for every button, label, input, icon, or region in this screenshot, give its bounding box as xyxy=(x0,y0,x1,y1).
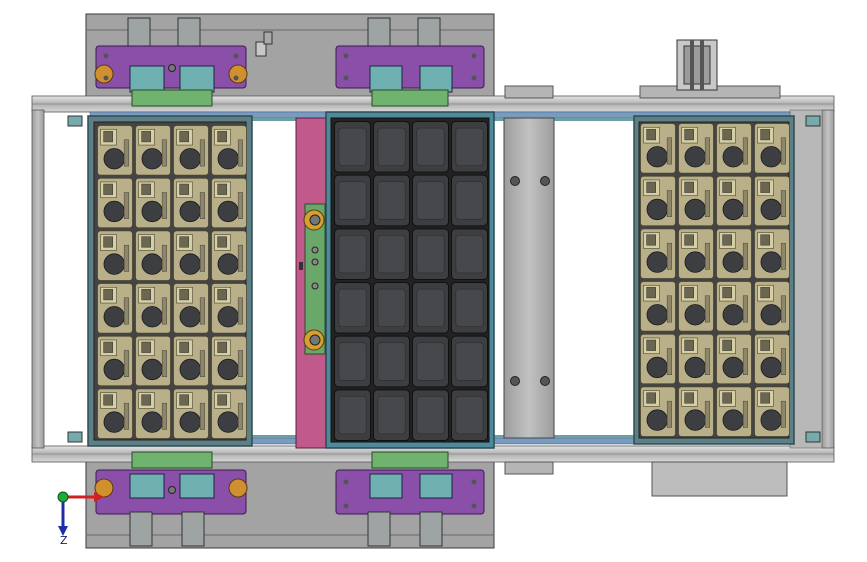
right-tray-cell xyxy=(640,123,676,174)
left-tray-cell xyxy=(97,177,133,229)
right-tray-cell xyxy=(678,386,714,437)
center-tray-cell xyxy=(412,228,449,280)
right-tray-cell xyxy=(716,333,752,385)
center-tray-cell xyxy=(412,174,449,227)
cad-top-view: Z xyxy=(31,13,835,549)
center-tray-cell xyxy=(451,174,488,227)
left-tray-cell xyxy=(211,283,247,334)
left-tray-cell xyxy=(173,177,209,229)
right-tray-cell xyxy=(754,333,790,385)
right-tray-cell xyxy=(678,175,714,227)
center-tray-cell xyxy=(334,282,371,334)
center-tray-cell xyxy=(334,228,371,280)
left-tray-cell xyxy=(97,230,133,281)
right-tray-cell xyxy=(640,333,676,385)
right-tray-cell xyxy=(678,281,714,332)
left-tray-cell xyxy=(97,388,133,439)
axis-z-label: Z xyxy=(60,534,68,547)
left-tray-cell xyxy=(211,230,247,281)
left-tray-cell xyxy=(135,230,171,281)
actuator-top xyxy=(676,39,718,91)
left-tray-cell xyxy=(97,335,133,387)
right-tray-cell xyxy=(754,386,790,437)
left-tray-cell xyxy=(135,177,171,229)
center-tray-cell xyxy=(451,121,488,173)
center-tray-cell xyxy=(373,282,410,334)
right-tray-cell xyxy=(716,228,752,279)
center-tray-cell xyxy=(412,335,449,388)
center-tray-cell xyxy=(334,121,371,173)
right-tray-cell xyxy=(716,281,752,332)
right-tray-cell xyxy=(754,123,790,174)
left-tray-cell xyxy=(97,125,133,176)
left-end-rail xyxy=(31,109,45,449)
center-tray-cell xyxy=(412,389,449,442)
right-tray-cell xyxy=(716,386,752,437)
center-tray-cell xyxy=(373,121,410,173)
left-tray-cell xyxy=(211,125,247,176)
right-tray-cell xyxy=(716,123,752,174)
center-tray-cell xyxy=(334,174,371,227)
center-tray-cell xyxy=(334,389,371,442)
center-tray-cell xyxy=(373,174,410,227)
center-tray-cell xyxy=(412,282,449,334)
right-end-rail xyxy=(821,109,835,449)
center-tray-cell xyxy=(373,335,410,388)
left-tray-cell xyxy=(135,335,171,387)
left-tray-cell xyxy=(135,388,171,439)
right-tray-cell xyxy=(640,175,676,227)
left-tray xyxy=(87,115,253,447)
right-tray-cell xyxy=(640,228,676,279)
center-tray-cell xyxy=(373,389,410,442)
left-tray-cell xyxy=(173,283,209,334)
slide-plate xyxy=(503,117,555,439)
center-tray-cell xyxy=(373,228,410,280)
center-tray-cell xyxy=(451,389,488,442)
right-tray xyxy=(633,115,795,445)
left-tray-cell xyxy=(173,335,209,387)
left-tray-cell xyxy=(135,283,171,334)
center-tray-cell xyxy=(451,282,488,334)
left-tray-cell xyxy=(211,388,247,439)
right-tray-cell xyxy=(754,281,790,332)
right-tray-cell xyxy=(678,123,714,174)
left-tray-cell xyxy=(97,283,133,334)
center-tray xyxy=(325,111,495,449)
right-tray-cell xyxy=(754,228,790,279)
right-tray-cell xyxy=(754,175,790,227)
left-tray-cell xyxy=(211,335,247,387)
center-tray-cell xyxy=(451,335,488,388)
right-tray-cell xyxy=(640,386,676,437)
right-tray-cell xyxy=(640,281,676,332)
right-bottom-block xyxy=(504,461,554,475)
left-tray-cell xyxy=(173,388,209,439)
center-tray-cell xyxy=(412,121,449,173)
right-tray-cell xyxy=(716,175,752,227)
right-tray-cell xyxy=(678,228,714,279)
left-tray-cell xyxy=(211,177,247,229)
right-top-block xyxy=(504,85,554,99)
left-tray-cell xyxy=(173,230,209,281)
right-tray-cell xyxy=(678,333,714,385)
center-tray-cell xyxy=(451,228,488,280)
center-tray-cell xyxy=(334,335,371,388)
left-tray-cell xyxy=(135,125,171,176)
left-tray-cell xyxy=(173,125,209,176)
